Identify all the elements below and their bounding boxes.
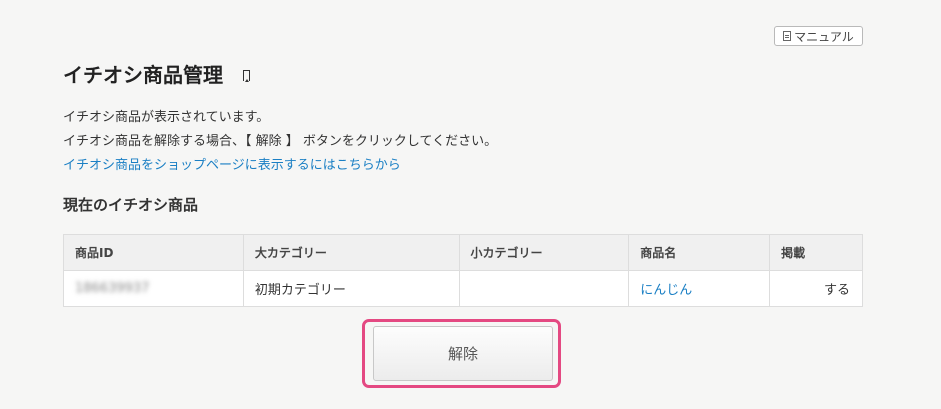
shop-page-link[interactable]: イチオシ商品をショップページに表示するにはこちらから [63,154,497,178]
description: イチオシ商品が表示されています。 イチオシ商品を解除する場合、【 解除 】 ボタ… [63,106,497,178]
manual-label: マニュアル [794,29,854,44]
table-header-row: 商品ID 大カテゴリー 小カテゴリー 商品名 掲載 [63,234,863,271]
header-category-small: 小カテゴリー [458,234,630,271]
document-icon [783,31,792,41]
cell-category-large: 初期カテゴリー [242,270,460,307]
cell-product-name: にんじん [628,270,771,307]
cell-published: する [769,270,863,307]
page-title-text: イチオシ商品管理 [63,63,223,87]
manual-button[interactable]: マニュアル [774,26,863,46]
section-title: 現在のイチオシ商品 [63,196,199,214]
header-published: 掲載 [769,234,863,271]
description-line-1: イチオシ商品が表示されています。 [63,110,270,125]
page-title: イチオシ商品管理 [63,59,250,88]
header-category-large: 大カテゴリー [242,234,460,271]
header-product-id: 商品ID [63,234,244,271]
release-button[interactable]: 解除 [373,326,553,381]
featured-products-table: 商品ID 大カテゴリー 小カテゴリー 商品名 掲載 186639937 初期カテ… [63,234,863,307]
product-id: 186639937 [75,281,150,296]
header-product-name: 商品名 [628,234,771,271]
bookmark-icon[interactable] [243,70,250,82]
product-name-link[interactable]: にんじん [640,283,692,298]
cell-category-small [458,270,630,307]
description-line-2: イチオシ商品を解除する場合、【 解除 】 ボタンをクリックしてください。 [63,134,498,149]
cell-product-id: 186639937 [63,270,244,307]
table-row: 186639937 初期カテゴリー にんじん する [63,270,863,307]
